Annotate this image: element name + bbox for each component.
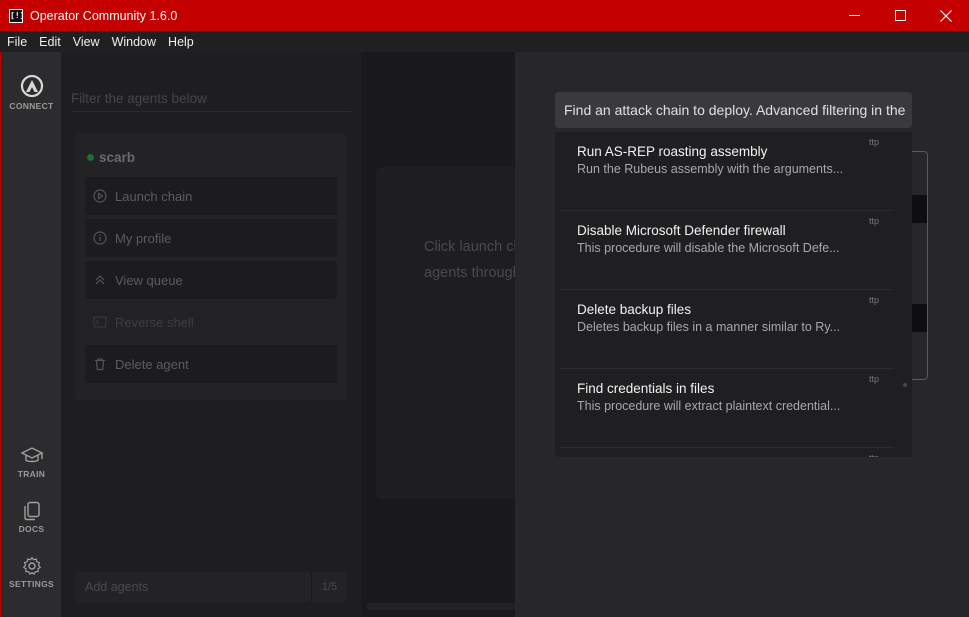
menu-bar: File Edit View Window Help bbox=[0, 31, 969, 52]
trash-icon bbox=[93, 357, 107, 371]
info-circle-icon bbox=[93, 231, 107, 245]
settings-button[interactable]: SETTINGS bbox=[1, 556, 62, 589]
play-circle-icon bbox=[93, 189, 107, 203]
launch-chain-button[interactable]: Launch chain bbox=[85, 177, 337, 215]
result-title: Delete backup files bbox=[577, 302, 692, 317]
chain-search-drawer: Run AS-REP roasting assembly Run the Rub… bbox=[515, 52, 969, 617]
result-type-tag: ttp bbox=[869, 453, 879, 457]
list-item[interactable]: ttp bbox=[560, 448, 894, 457]
agent-name: scarb bbox=[99, 150, 136, 165]
menu-view[interactable]: View bbox=[67, 35, 106, 49]
reverse-shell-label: Reverse shell bbox=[115, 314, 194, 330]
my-profile-button[interactable]: My profile bbox=[85, 219, 337, 257]
list-item[interactable]: Run AS-REP roasting assembly Run the Rub… bbox=[560, 132, 894, 211]
view-queue-label: View queue bbox=[115, 272, 183, 288]
menu-window[interactable]: Window bbox=[106, 35, 162, 49]
launch-chain-label: Launch chain bbox=[115, 188, 193, 204]
connect-icon bbox=[20, 74, 43, 98]
docs-label: DOCS bbox=[18, 524, 45, 534]
graduation-cap-icon bbox=[19, 447, 44, 463]
delete-agent-label: Delete agent bbox=[115, 356, 189, 372]
delete-agent-button[interactable]: Delete agent bbox=[85, 345, 337, 383]
docs-icon bbox=[23, 501, 40, 521]
maximize-icon bbox=[894, 10, 906, 21]
menu-file[interactable]: File bbox=[1, 35, 33, 49]
list-item[interactable]: Find credentials in files This procedure… bbox=[560, 369, 894, 448]
agent-filter-input[interactable] bbox=[71, 86, 351, 112]
reverse-shell-button[interactable]: Reverse shell bbox=[85, 303, 337, 341]
connect-button[interactable]: CONNECT bbox=[1, 74, 62, 111]
close-button[interactable] bbox=[923, 0, 969, 31]
view-queue-button[interactable]: View queue bbox=[85, 261, 337, 299]
result-type-tag: ttp bbox=[868, 295, 879, 305]
result-description: This procedure will extract plaintext cr… bbox=[577, 399, 841, 413]
add-agents-input[interactable] bbox=[75, 580, 311, 594]
launch-hint-line1: Click launch ch bbox=[424, 239, 522, 255]
window-title: Operator Community 1.6.0 bbox=[30, 8, 178, 23]
window-controls bbox=[831, 0, 969, 31]
result-title: Find credentials in files bbox=[577, 381, 715, 396]
horizontal-scrollbar[interactable] bbox=[366, 603, 526, 610]
search-results-dropdown: Run AS-REP roasting assembly Run the Rub… bbox=[555, 132, 912, 457]
agent-header[interactable]: scarb bbox=[87, 150, 135, 165]
minimize-button[interactable] bbox=[831, 0, 877, 31]
connect-label: CONNECT bbox=[9, 101, 54, 111]
menu-help[interactable]: Help bbox=[162, 35, 200, 49]
agents-panel: scarb Launch chain My profile View queue bbox=[61, 52, 361, 617]
list-item[interactable]: Disable Microsoft Defender firewall This… bbox=[560, 211, 894, 290]
status-dot-icon bbox=[87, 154, 94, 161]
train-button[interactable]: TRAIN bbox=[1, 446, 62, 479]
result-title: Run AS-REP roasting assembly bbox=[577, 144, 768, 159]
settings-label: SETTINGS bbox=[9, 579, 54, 589]
scroll-indicator[interactable] bbox=[903, 383, 907, 387]
docs-button[interactable]: DOCS bbox=[1, 501, 62, 534]
left-rail: CONNECT TRAIN DOCS SETTINGS bbox=[0, 52, 61, 617]
close-icon bbox=[940, 9, 952, 22]
app-logo-icon: [!] bbox=[9, 8, 24, 23]
add-agents-box: 1/5 bbox=[75, 572, 347, 602]
result-description: This procedure will disable the Microsof… bbox=[577, 241, 840, 255]
chevrons-up-icon bbox=[93, 273, 107, 287]
result-type-tag: ttp bbox=[868, 216, 879, 226]
agent-card: scarb Launch chain My profile View queue bbox=[75, 134, 347, 400]
gear-icon bbox=[22, 556, 41, 575]
result-description: Deletes backup files in a manner similar… bbox=[577, 320, 841, 334]
launch-hint-line2: agents through bbox=[424, 265, 521, 281]
result-description: Run the Rubeus assembly with the argumen… bbox=[577, 162, 844, 176]
agent-count-badge: 1/5 bbox=[311, 572, 347, 602]
menu-edit[interactable]: Edit bbox=[33, 35, 67, 49]
title-bar[interactable]: [!] Operator Community 1.6.0 bbox=[0, 0, 969, 31]
result-type-tag: ttp bbox=[868, 374, 879, 384]
terminal-icon bbox=[93, 315, 107, 329]
result-title: Disable Microsoft Defender firewall bbox=[577, 223, 786, 238]
minimize-icon bbox=[848, 15, 860, 16]
main-area: Click launch ch agents through bbox=[361, 52, 576, 617]
train-label: TRAIN bbox=[17, 469, 46, 479]
my-profile-label: My profile bbox=[115, 230, 172, 246]
list-item[interactable]: Delete backup files Deletes backup files… bbox=[560, 290, 894, 369]
maximize-button[interactable] bbox=[877, 0, 923, 31]
attack-chain-search-input[interactable] bbox=[555, 92, 912, 128]
result-type-tag: ttp bbox=[868, 137, 879, 147]
